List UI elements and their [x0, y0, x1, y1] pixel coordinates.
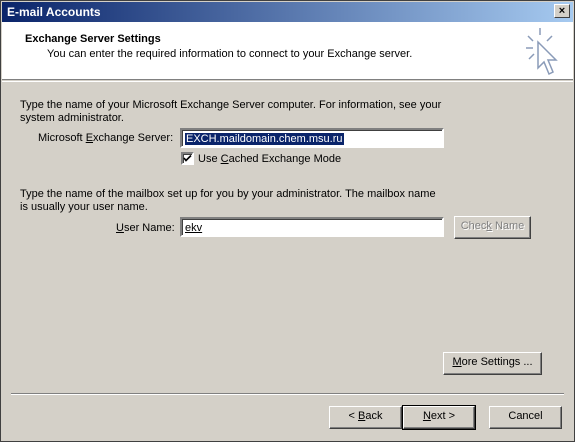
exchange-server-input[interactable]: EXCH.maildomain.chem.msu.ru: [180, 128, 444, 148]
header-subtitle: You can enter the required information t…: [47, 48, 413, 60]
checkmark-icon: [183, 154, 192, 162]
header-title: Exchange Server Settings: [25, 33, 161, 45]
title-bar[interactable]: E-mail Accounts ×: [2, 2, 573, 22]
check-name-button[interactable]: Check Name: [454, 216, 531, 239]
close-icon: ×: [558, 5, 566, 17]
back-button[interactable]: < Back: [329, 406, 402, 429]
cancel-button[interactable]: Cancel: [489, 406, 562, 429]
user-name-label: User Name:: [116, 222, 175, 234]
user-name-input[interactable]: ekv: [180, 217, 444, 237]
cached-mode-checkbox[interactable]: [181, 152, 194, 165]
server-description-line1: Type the name of your Microsoft Exchange…: [20, 99, 442, 111]
close-button[interactable]: ×: [554, 4, 570, 18]
footer-separator: [11, 393, 564, 395]
user-name-value: ekv: [185, 222, 203, 234]
wizard-sparkle-cursor-icon: [526, 28, 558, 76]
next-button[interactable]: Next >: [402, 405, 476, 430]
mailbox-description-line2: is usually your user name.: [20, 201, 148, 213]
more-settings-button[interactable]: More Settings ...: [443, 352, 542, 375]
mailbox-description-line1: Type the name of the mailbox set up for …: [20, 188, 436, 200]
mailbox-description: Type the name of the mailbox set up for …: [20, 188, 436, 214]
exchange-server-value: EXCH.maildomain.chem.msu.ru: [185, 133, 344, 145]
server-description-line2: system administrator.: [20, 112, 124, 124]
wizard-header: Exchange Server Settings You can enter t…: [2, 22, 573, 80]
email-accounts-dialog: E-mail Accounts × Exchange Server Settin…: [0, 0, 575, 442]
window-title: E-mail Accounts: [7, 5, 101, 19]
cached-mode-label[interactable]: Use Cached Exchange Mode: [198, 153, 341, 166]
server-description: Type the name of your Microsoft Exchange…: [20, 99, 441, 125]
header-divider: [2, 81, 573, 82]
exchange-server-label: Microsoft Exchange Server:: [38, 132, 174, 144]
